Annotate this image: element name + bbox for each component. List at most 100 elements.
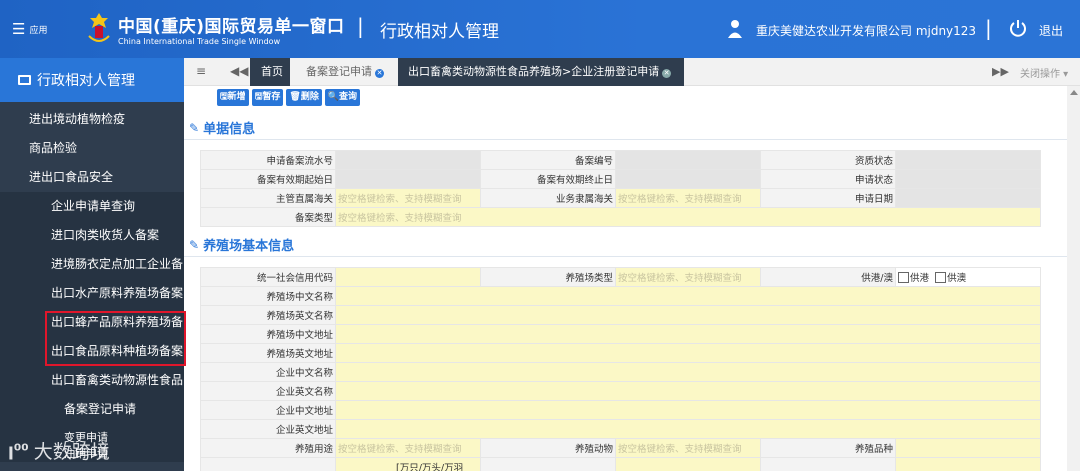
sidebar-subitem-registration-application[interactable]: 备案登记申请: [0, 395, 184, 424]
supply-hk-checkbox[interactable]: [898, 272, 909, 283]
watermark-logo-icon: ꞁ⁰⁰: [8, 440, 29, 461]
sidebar-subitem-application-query[interactable]: 企业申请单查询: [0, 192, 184, 221]
app-menu-label: 应用: [29, 25, 48, 36]
sidebar-title: 行政相对人管理: [0, 58, 184, 102]
sidebar-submenu: 企业申请单查询 进口肉类收货人备案 进境肠衣定点加工企业备 出口水产原料养殖场备…: [0, 192, 184, 462]
add-button[interactable]: 🖫新增: [217, 89, 249, 106]
scroll-left-icon[interactable]: ◀◀: [230, 64, 248, 78]
tab-home[interactable]: 首页: [250, 58, 290, 86]
save-button-label: 暂存: [262, 92, 281, 102]
direct-customs-input[interactable]: 按空格键检索、支持模糊查询: [335, 188, 481, 208]
field-label: 主管直属海关: [200, 188, 336, 208]
farm-info-form: 统一社会信用代码 养殖场类型 按空格键检索、支持模糊查询 供港/澳 供港 供澳 …: [200, 267, 1041, 471]
company-en-address-input[interactable]: [335, 419, 1041, 439]
farm-info-section-title: ✎ 养殖场基本信息: [189, 235, 294, 255]
delete-button[interactable]: 🗑删除: [286, 89, 322, 106]
field-label: 备案编号: [480, 150, 616, 170]
farm-extra-input[interactable]: [895, 457, 1041, 471]
logout-link[interactable]: 退出: [1039, 22, 1063, 39]
save-draft-button[interactable]: 🖫暂存: [251, 89, 284, 106]
user-icon: [728, 20, 742, 38]
sidebar-subitem-plant-farm[interactable]: 出口食品原料种植场备案: [0, 337, 184, 366]
field-label: [480, 457, 616, 471]
qualification-status-field: [895, 150, 1041, 170]
watermark: ꞁ⁰⁰ 大数跨境: [8, 437, 110, 464]
field-label: 养殖场中文地址: [200, 324, 336, 344]
app-menu-button[interactable]: ☰ 应用: [12, 20, 47, 38]
title-separator: |: [357, 14, 364, 38]
floppy-icon: 🖫: [220, 92, 228, 102]
company-en-name-input[interactable]: [335, 381, 1041, 401]
tab-home-label: 首页: [261, 65, 283, 78]
tab-registration-application[interactable]: 备案登记申请 ✕: [296, 58, 394, 86]
field-label: [760, 457, 896, 471]
vertical-scrollbar[interactable]: [1067, 86, 1080, 471]
sidebar-item-quarantine[interactable]: 进出境动植物检疫: [0, 105, 184, 134]
power-icon[interactable]: [1009, 19, 1027, 37]
scroll-right-icon[interactable]: ▶▶: [992, 65, 1009, 78]
sidebar-title-label: 行政相对人管理: [37, 73, 135, 89]
tab-registration-label: 备案登记申请: [306, 65, 372, 78]
farm-breed-input[interactable]: [895, 438, 1041, 458]
watermark-text: 大数跨境: [33, 441, 110, 463]
portal-title: 中国(重庆)国际贸易单一窗口: [118, 17, 345, 37]
farm-cn-name-input[interactable]: [335, 286, 1041, 306]
field-label: 养殖场类型: [480, 267, 616, 287]
scroll-up-icon[interactable]: [1070, 90, 1078, 95]
farm-usage-input[interactable]: 按空格键检索、支持模糊查询: [335, 438, 481, 458]
record-type-input[interactable]: 按空格键检索、支持模糊查询: [335, 207, 1041, 227]
field-label: 统一社会信用代码: [200, 267, 336, 287]
tab-livestock-farm-registration[interactable]: 出口畜禽类动物源性食品养殖场>企业注册登记申请 ✕: [398, 58, 684, 86]
hamburger-icon[interactable]: ≡: [196, 64, 206, 78]
window-icon: [18, 75, 31, 85]
application-serial-field: [335, 150, 481, 170]
sidebar-subitem-casing-processor[interactable]: 进境肠衣定点加工企业备: [0, 250, 184, 279]
sidebar: 行政相对人管理 进出境动植物检疫 商品检验 进出口食品安全 企业申请单查询 进口…: [0, 58, 184, 471]
company-cn-name-input[interactable]: [335, 362, 1041, 382]
field-label: 企业中文地址: [200, 400, 336, 420]
sidebar-subitem-aquatic-farm[interactable]: 出口水产原料养殖场备案: [0, 279, 184, 308]
business-customs-input[interactable]: 按空格键检索、支持模糊查询: [615, 188, 761, 208]
field-label: 养殖品种: [760, 438, 896, 458]
farm-cn-address-input[interactable]: [335, 324, 1041, 344]
trash-icon: 🗑: [289, 92, 301, 102]
doc-info-title-label: 单据信息: [203, 122, 256, 137]
tab-bar: ≡ ◀◀ 首页 备案登记申请 ✕ 出口畜禽类动物源性食品养殖场>企业注册登记申请 ✕…: [184, 58, 1080, 86]
add-button-label: 新增: [227, 92, 246, 102]
sidebar-subitem-bee-farm[interactable]: 出口蜂产品原料养殖场备: [0, 308, 184, 337]
section-divider: [184, 256, 1067, 257]
credit-code-input[interactable]: [335, 267, 481, 287]
field-label: 申请日期: [760, 188, 896, 208]
unit-hint: [万只/万头/万羽: [335, 457, 481, 471]
supply-mo-checkbox[interactable]: [935, 272, 947, 283]
company-cn-address-input[interactable]: [335, 400, 1041, 420]
farm-extra-input[interactable]: [615, 457, 761, 471]
user-account[interactable]: 重庆美健达农业开发有限公司 mjdny123: [756, 22, 976, 39]
field-label: 备案有效期终止日: [480, 169, 616, 189]
field-label: 供港/澳: [760, 267, 896, 287]
farm-animal-input[interactable]: 按空格键检索、支持模糊查询: [615, 438, 761, 458]
close-tab-icon[interactable]: ✕: [662, 69, 672, 78]
sidebar-subitem-livestock-farm[interactable]: 出口畜禽类动物源性食品: [0, 366, 184, 395]
portal-subtitle: China International Trade Single Window: [118, 37, 281, 46]
valid-start-field: [335, 169, 481, 189]
field-label: [200, 457, 336, 471]
delete-button-label: 删除: [300, 92, 319, 102]
sidebar-item-commodity-inspection[interactable]: 商品检验: [0, 134, 184, 163]
record-number-field: [615, 150, 761, 170]
farm-en-name-input[interactable]: [335, 305, 1041, 325]
doc-info-section-title: ✎ 单据信息: [189, 118, 256, 138]
tab-livestock-label: 出口畜禽类动物源性食品养殖场>企业注册登记申请: [408, 65, 660, 78]
query-button-label: 查询: [339, 92, 358, 102]
farm-en-address-input[interactable]: [335, 343, 1041, 363]
field-label: 养殖场英文名称: [200, 305, 336, 325]
field-label: 资质状态: [760, 150, 896, 170]
farm-type-input[interactable]: 按空格键检索、支持模糊查询: [615, 267, 761, 287]
sidebar-item-food-safety[interactable]: 进出口食品安全: [0, 163, 184, 192]
close-operations-dropdown[interactable]: 关闭操作 ▾: [1020, 65, 1068, 80]
supply-mo-label: 供澳: [947, 273, 967, 284]
sidebar-subitem-meat-consignee[interactable]: 进口肉类收货人备案: [0, 221, 184, 250]
field-label: 养殖动物: [480, 438, 616, 458]
close-tab-icon[interactable]: ✕: [375, 69, 384, 78]
query-button[interactable]: 🔍查询: [324, 89, 361, 106]
